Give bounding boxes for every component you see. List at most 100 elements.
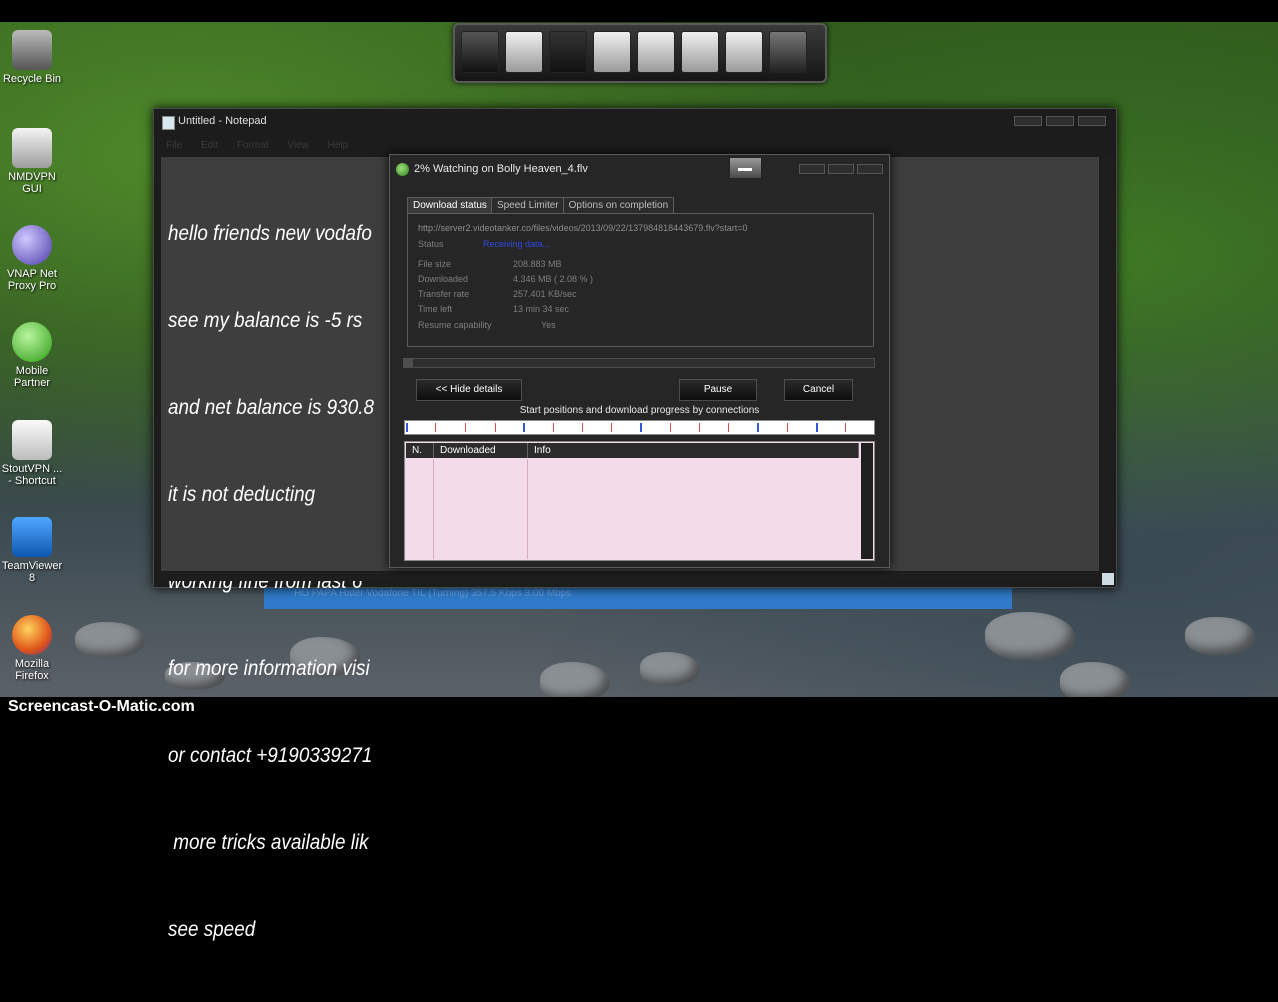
horizontal-scrollbar[interactable] (161, 572, 1099, 581)
vnap-globe-icon (12, 225, 52, 265)
download-info-panel: http://server2.videotanker.co/files/vide… (407, 213, 874, 347)
maximize-button[interactable] (1046, 116, 1074, 126)
notepad-line: more tricks available lik (168, 831, 369, 854)
hide-details-button[interactable]: << Hide details (416, 379, 522, 401)
desktop-icon-label: VNAP Net Proxy Pro (7, 268, 57, 292)
menu-view[interactable]: View (287, 140, 309, 151)
notepad-line: for more information visi (168, 657, 370, 680)
tab-download-status[interactable]: Download status (407, 197, 493, 214)
notepad-window-controls (1010, 113, 1110, 126)
field-value: 13 min 34 sec (513, 304, 570, 314)
connection-marker (670, 423, 671, 432)
dock-item-cards[interactable] (549, 31, 587, 73)
tab-options-on-completion[interactable]: Options on completion (562, 197, 675, 214)
wallpaper-rock (540, 662, 610, 702)
connection-marker (406, 423, 408, 432)
desktop-icon-vnap[interactable]: VNAP Net Proxy Pro (0, 225, 64, 292)
dock-item-trash[interactable] (769, 31, 807, 73)
wallpaper-rock (985, 612, 1075, 660)
column-header-downloaded[interactable]: Downloaded (434, 443, 528, 458)
desktop-icon-label: TeamViewer 8 (1, 560, 63, 584)
close-button[interactable] (1078, 116, 1106, 126)
field-label: File size (418, 259, 452, 269)
field-value: 4.346 MB ( 2.08 % ) (513, 274, 594, 284)
connection-marker (728, 423, 729, 432)
field-label: Downloaded (418, 274, 469, 284)
vertical-scrollbar[interactable] (1104, 157, 1114, 571)
connection-marker (816, 423, 818, 432)
dock-item-archive[interactable] (637, 31, 675, 73)
desktop-icon-label: StoutVPN ... - Shortcut (1, 463, 63, 487)
wallpaper-rock (640, 652, 700, 686)
menu-format[interactable]: Format (237, 140, 269, 151)
minimize-button[interactable] (799, 164, 825, 174)
minimize-button[interactable] (1014, 116, 1042, 126)
status-row: Status Receiving data... (418, 239, 550, 249)
connections-caption: Start positions and download progress by… (519, 405, 760, 416)
status-value: Receiving data... (483, 239, 551, 249)
dock-item-notepad[interactable] (593, 31, 631, 73)
dock-item-server[interactable] (461, 31, 499, 73)
table-scrollbar[interactable] (861, 443, 873, 559)
connection-marker (611, 423, 612, 432)
connection-marker (787, 423, 788, 432)
notepad-line: or contact +9190339271 (168, 744, 373, 767)
download-dialog: 2% Watching on Bolly Heaven_4.flv Downlo… (389, 154, 890, 568)
info-row-downloaded: Downloaded 4.346 MB ( 2.08 % ) (418, 274, 593, 284)
info-row-file-size: File size 208.883 MB (418, 259, 562, 269)
field-label: Resume capability (418, 320, 492, 330)
teamviewer-icon (12, 517, 52, 557)
resize-grip[interactable] (1102, 573, 1114, 585)
maximize-button[interactable] (828, 164, 854, 174)
close-button[interactable] (857, 164, 883, 174)
desktop-icon-stoutvpn[interactable]: StoutVPN ... - Shortcut (0, 420, 64, 487)
connection-marker (845, 423, 846, 432)
desktop-icon-label: Mobile Partner (13, 365, 51, 389)
minimize-to-tray-button[interactable] (729, 157, 762, 179)
dock-item-media[interactable] (725, 31, 763, 73)
cancel-button[interactable]: Cancel (784, 379, 853, 401)
menu-edit[interactable]: Edit (201, 140, 218, 151)
mobile-partner-icon (12, 322, 52, 362)
desktop-icon-teamviewer[interactable]: TeamViewer 8 (0, 517, 64, 584)
connection-marker (435, 423, 436, 432)
column-divider (433, 459, 434, 559)
wallpaper-rock (75, 622, 145, 658)
pause-button[interactable]: Pause (679, 379, 757, 401)
idm-app-icon (396, 163, 409, 176)
connection-marker (699, 423, 700, 432)
wallpaper-rock (1060, 662, 1130, 702)
menu-file[interactable]: File (166, 140, 182, 151)
desktop-icon-label: NMDVPN GUI (8, 171, 56, 195)
field-value: Yes (541, 320, 556, 330)
stoutvpn-icon (12, 420, 52, 460)
firefox-icon (12, 615, 52, 655)
screen-top-border (0, 0, 1278, 22)
download-progress-bar (403, 358, 875, 368)
field-value: 208.883 MB (513, 259, 562, 269)
notepad-icon (162, 116, 175, 130)
menu-help[interactable]: Help (328, 140, 349, 151)
dock-item-document[interactable] (505, 31, 543, 73)
notepad-title: Untitled - Notepad (178, 115, 267, 127)
connection-marker (553, 423, 554, 432)
column-header-number[interactable]: N. (406, 443, 434, 458)
column-divider (527, 459, 528, 559)
dock-bar (453, 23, 827, 83)
desktop-icon-nmdvpn[interactable]: NMDVPN GUI (0, 128, 64, 195)
nmdvpn-icon (12, 128, 52, 168)
notepad-line: hello friends new vodafo (168, 222, 372, 245)
desktop-icon-label: Recycle Bin (2, 73, 62, 85)
download-progress-fill (404, 359, 414, 367)
desktop-icon-mobile-partner[interactable]: Mobile Partner (0, 322, 64, 389)
tab-speed-limiter[interactable]: Speed Limiter (490, 197, 565, 214)
connection-marker (465, 423, 466, 432)
notepad-line: and net balance is 930.8 (168, 396, 374, 419)
screencast-watermark: Screencast-O-Matic.com (8, 698, 195, 715)
column-header-info[interactable]: Info (528, 443, 859, 458)
info-row-time-left: Time left 13 min 34 sec (418, 304, 569, 314)
desktop-icon-firefox[interactable]: Mozilla Firefox (0, 615, 64, 682)
dialog-tabs: Download status Speed Limiter Options on c… (407, 195, 675, 214)
dock-item-device[interactable] (681, 31, 719, 73)
desktop-icon-recycle-bin[interactable]: Recycle Bin (0, 30, 64, 85)
